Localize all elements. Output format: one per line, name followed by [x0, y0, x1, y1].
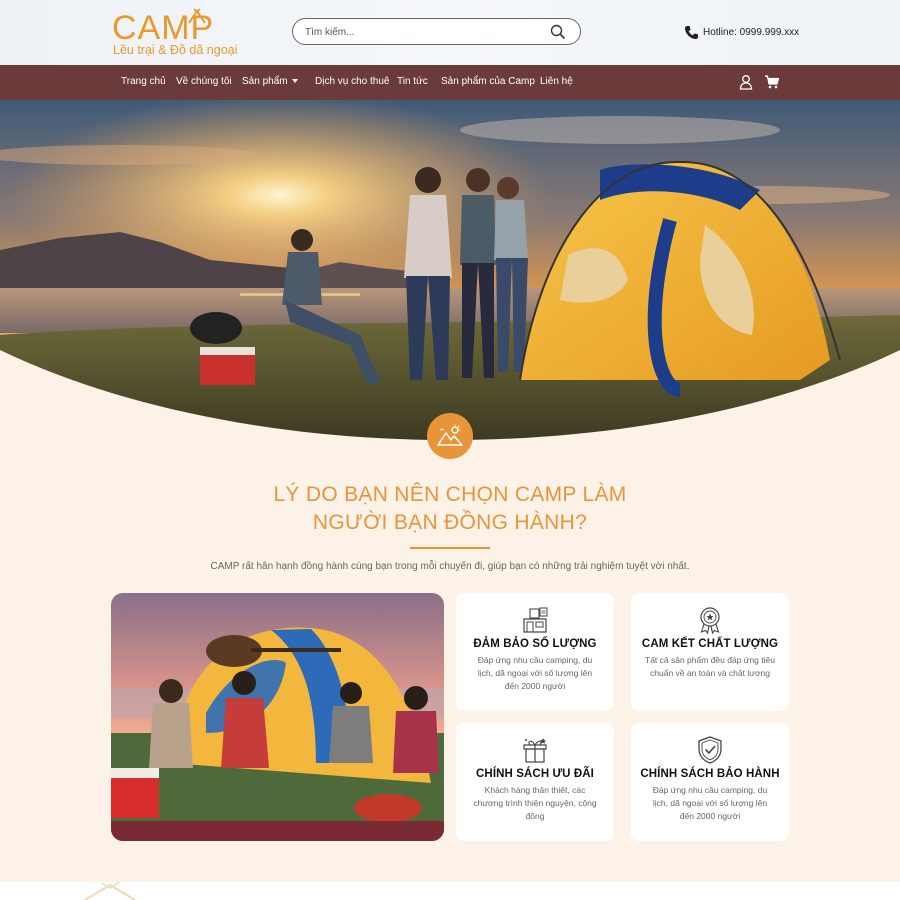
next-section-band	[0, 882, 900, 900]
warehouse-icon	[523, 607, 548, 633]
feature-card-warranty: CHÍNH SÁCH BẢO HÀNH Đáp ứng nhu cầu camp…	[631, 723, 789, 841]
hotline[interactable]: Hotline: 0999.999.xxx	[684, 24, 799, 40]
hero-banner	[0, 100, 900, 440]
nav-item-contact[interactable]: Liên hệ	[540, 76, 573, 87]
nav-item-camp-products[interactable]: Sản phẩm của Camp	[441, 76, 535, 87]
card-title: CHÍNH SÁCH ƯU ĐÃI	[476, 768, 594, 780]
feature-card-quality: CAM KẾT CHẤT LƯỢNG Tất cả sản phẩm đều đ…	[631, 593, 789, 711]
section-subtitle: CAMP rất hân hạnh đồng hành cùng bạn tro…	[210, 561, 690, 572]
card-title: CAM KẾT CHẤT LƯỢNG	[641, 638, 779, 650]
site-header: CAMP Lều trại & Đồ dã ngoại Hotline: 099…	[0, 0, 900, 65]
user-icon[interactable]	[738, 74, 754, 90]
mountain-sun-icon	[437, 424, 463, 446]
card-description: Đáp ứng nhu cầu camping, du lịch, dã ngo…	[652, 785, 768, 821]
cart-icon[interactable]	[764, 74, 780, 90]
feature-card-promotion: CHÍNH SÁCH ƯU ĐÃI Khách hàng thân thiết,…	[456, 723, 614, 841]
logo-tagline: Lều trại & Đồ dã ngoại	[113, 43, 238, 57]
card-title: CHÍNH SÁCH BẢO HÀNH	[640, 768, 780, 780]
nav-item-products[interactable]: Sản phẩm	[242, 76, 298, 87]
tent-logo-icon	[188, 8, 206, 24]
nav-item-rental[interactable]: Dịch vụ cho thuê	[315, 76, 390, 87]
main-nav: Trang chủ Về chúng tôi Sản phẩm Dịch vụ …	[0, 65, 900, 100]
nav-item-news[interactable]: Tin tức	[397, 76, 428, 87]
decorative-tent-icon	[84, 882, 136, 900]
card-description: Khách hàng thân thiết, các chương trình …	[473, 785, 597, 821]
friends-camping-photo	[111, 593, 444, 841]
section-title-line1: LÝ DO BẠN NÊN CHỌN CAMP LÀM	[273, 483, 627, 506]
gift-icon	[523, 738, 547, 763]
card-description: Tất cả sản phẩm đều đáp ứng tiêu chuẩn v…	[645, 655, 775, 678]
hero-camping-photo	[0, 100, 900, 440]
section-title: LÝ DO BẠN NÊN CHỌN CAMP LÀM NGƯỜI BẠN ĐỒ…	[200, 481, 700, 537]
search-box	[292, 18, 581, 45]
section-title-line2: NGƯỜI BẠN ĐỒNG HÀNH?	[312, 511, 588, 534]
caret-down-icon	[291, 79, 298, 84]
badge-mountain	[427, 413, 473, 459]
logo[interactable]: CAMP Lều trại & Đồ dã ngoại	[112, 8, 242, 60]
title-divider	[410, 547, 490, 549]
nav-item-products-label: Sản phẩm	[242, 76, 288, 87]
card-title: ĐẢM BẢO SỐ LƯỢNG	[473, 638, 597, 650]
shield-check-icon	[698, 736, 722, 764]
quality-medal-icon	[700, 607, 720, 635]
hotline-text: Hotline: 0999.999.xxx	[703, 26, 800, 38]
nav-item-about[interactable]: Về chúng tôi	[176, 76, 232, 87]
phone-icon	[684, 25, 699, 39]
feature-card-quantity: ĐẢM BẢO SỐ LƯỢNG Đáp ứng nhu cầu camping…	[456, 593, 614, 711]
nav-item-home[interactable]: Trang chủ	[121, 76, 166, 87]
card-description: Đáp ứng nhu cầu camping, du lịch, dã ngo…	[477, 655, 593, 691]
search-icon[interactable]	[550, 24, 566, 40]
search-input[interactable]	[305, 24, 535, 40]
